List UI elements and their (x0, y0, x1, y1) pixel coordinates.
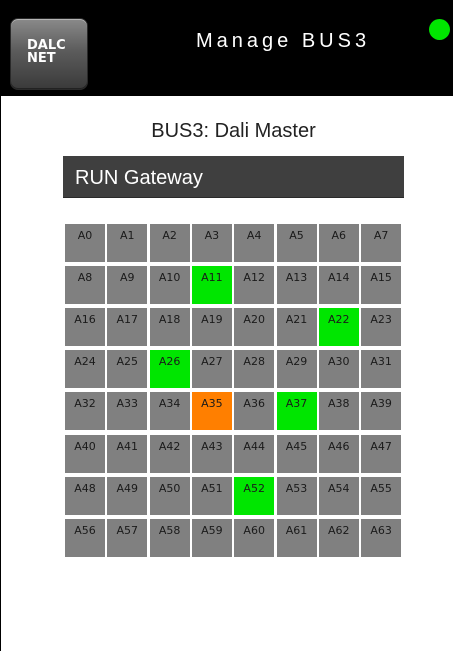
address-cell-a6[interactable]: A6 (318, 224, 359, 262)
address-cell-a3[interactable]: A3 (191, 224, 232, 262)
address-cell-a12[interactable]: A12 (234, 266, 275, 305)
logo-text: DALC NET (27, 38, 66, 66)
address-cell-a38[interactable]: A38 (318, 392, 359, 431)
address-cell-a2[interactable]: A2 (149, 224, 190, 262)
address-cell-a54[interactable]: A54 (318, 476, 359, 515)
address-cell-a61[interactable]: A61 (276, 518, 317, 557)
address-cell-a37[interactable]: A37 (276, 392, 317, 431)
dalcnet-logo-button[interactable]: DALC NET (10, 18, 88, 90)
address-cell-a25[interactable]: A25 (107, 350, 148, 389)
address-cell-a32[interactable]: A32 (65, 392, 105, 431)
app-frame: DALC NET Manage BUS3 BUS3: Dali Master R… (0, 0, 453, 651)
address-cell-a4[interactable]: A4 (234, 224, 275, 262)
address-cell-a47[interactable]: A47 (361, 434, 402, 473)
address-cell-a0[interactable]: A0 (65, 224, 105, 262)
address-cell-a49[interactable]: A49 (107, 476, 148, 515)
address-cell-a34[interactable]: A34 (149, 392, 190, 431)
bus-label: BUS3: Dali Master (151, 120, 316, 142)
address-cell-a9[interactable]: A9 (107, 266, 148, 305)
address-cell-a5[interactable]: A5 (276, 224, 317, 262)
address-cell-a14[interactable]: A14 (318, 266, 359, 305)
address-cell-a35[interactable]: A35 (191, 392, 232, 431)
address-cell-a13[interactable]: A13 (276, 266, 317, 305)
address-cell-a23[interactable]: A23 (361, 308, 402, 347)
connection-status-icon (429, 19, 450, 40)
address-cell-a11[interactable]: A11 (191, 266, 232, 305)
address-cell-a8[interactable]: A8 (65, 266, 105, 305)
address-cell-a62[interactable]: A62 (318, 518, 359, 557)
address-cell-a46[interactable]: A46 (318, 434, 359, 473)
address-cell-a26[interactable]: A26 (149, 350, 190, 389)
address-cell-a27[interactable]: A27 (191, 350, 232, 389)
address-cell-a33[interactable]: A33 (107, 392, 148, 431)
address-cell-a41[interactable]: A41 (107, 434, 148, 473)
address-cell-a15[interactable]: A15 (361, 266, 402, 305)
address-cell-a21[interactable]: A21 (276, 308, 317, 347)
address-cell-a42[interactable]: A42 (149, 434, 190, 473)
address-cell-a22[interactable]: A22 (318, 308, 359, 347)
address-grid: A0 A1 A2 A3 A4 A5 A6 A7 A8 A9 A10 A11 A12 A13 A14 A15 A1… (65, 224, 402, 562)
address-cell-a17[interactable]: A17 (107, 308, 148, 347)
address-cell-a60[interactable]: A60 (234, 518, 275, 557)
address-cell-a58[interactable]: A58 (149, 518, 190, 557)
address-cell-a31[interactable]: A31 (361, 350, 402, 389)
header-bar: DALC NET Manage BUS3 (1, 0, 453, 96)
address-cell-a7[interactable]: A7 (361, 224, 402, 262)
address-cell-a55[interactable]: A55 (361, 476, 402, 515)
address-cell-a20[interactable]: A20 (234, 308, 275, 347)
address-cell-a50[interactable]: A50 (149, 476, 190, 515)
address-cell-a43[interactable]: A43 (191, 434, 232, 473)
address-cell-a36[interactable]: A36 (234, 392, 275, 431)
address-cell-a18[interactable]: A18 (149, 308, 190, 347)
address-cell-a30[interactable]: A30 (318, 350, 359, 389)
page-title: Manage BUS3 (196, 30, 371, 52)
address-cell-a53[interactable]: A53 (276, 476, 317, 515)
address-cell-a29[interactable]: A29 (276, 350, 317, 389)
address-cell-a1[interactable]: A1 (107, 224, 148, 262)
address-cell-a40[interactable]: A40 (65, 434, 105, 473)
run-gateway-button[interactable]: RUN Gateway (63, 156, 404, 198)
address-cell-a63[interactable]: A63 (361, 518, 402, 557)
address-cell-a51[interactable]: A51 (191, 476, 232, 515)
address-cell-a45[interactable]: A45 (276, 434, 317, 473)
address-cell-a44[interactable]: A44 (234, 434, 275, 473)
address-cell-a10[interactable]: A10 (149, 266, 190, 305)
address-cell-a16[interactable]: A16 (65, 308, 105, 347)
address-cell-a39[interactable]: A39 (361, 392, 402, 431)
address-cell-a28[interactable]: A28 (234, 350, 275, 389)
address-cell-a19[interactable]: A19 (191, 308, 232, 347)
address-cell-a56[interactable]: A56 (65, 518, 105, 557)
address-cell-a59[interactable]: A59 (191, 518, 232, 557)
address-cell-a48[interactable]: A48 (65, 476, 105, 515)
address-cell-a24[interactable]: A24 (65, 350, 105, 389)
address-cell-a57[interactable]: A57 (107, 518, 148, 557)
address-cell-a52[interactable]: A52 (234, 476, 275, 515)
